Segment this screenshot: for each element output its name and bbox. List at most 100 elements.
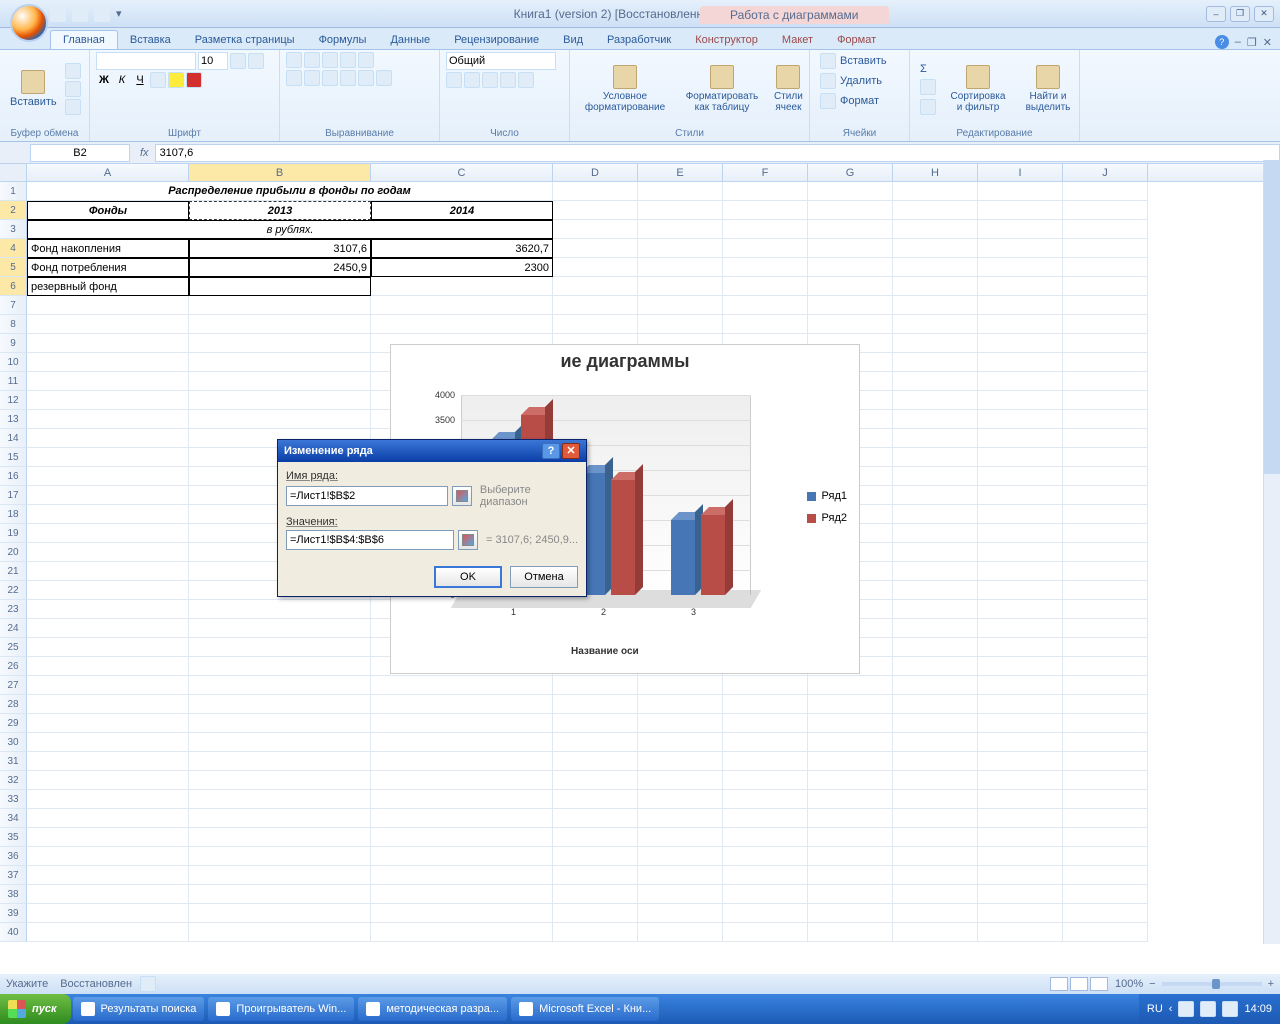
cell[interactable]: [189, 771, 371, 790]
cell[interactable]: [978, 391, 1063, 410]
align-right-icon[interactable]: [322, 70, 338, 86]
cell[interactable]: [553, 220, 638, 239]
cell[interactable]: [1063, 790, 1148, 809]
cell[interactable]: [27, 372, 189, 391]
delete-cells-button[interactable]: Удалить: [816, 72, 903, 90]
cell[interactable]: [27, 429, 189, 448]
series-values-input[interactable]: [286, 530, 454, 550]
cell[interactable]: [553, 714, 638, 733]
tab-formulas[interactable]: Формулы: [307, 31, 379, 49]
cell[interactable]: [893, 315, 978, 334]
cell[interactable]: [27, 828, 189, 847]
cell[interactable]: [808, 847, 893, 866]
cell[interactable]: [723, 809, 808, 828]
cell[interactable]: [553, 277, 638, 296]
cell[interactable]: [893, 866, 978, 885]
cell[interactable]: [371, 676, 553, 695]
cell[interactable]: [27, 657, 189, 676]
cell[interactable]: [371, 733, 553, 752]
taskbar-item[interactable]: Microsoft Excel - Кни...: [511, 997, 659, 1021]
row-header-23[interactable]: 23: [0, 600, 27, 619]
cell[interactable]: [808, 923, 893, 942]
cell[interactable]: [27, 752, 189, 771]
cell[interactable]: [808, 296, 893, 315]
cell[interactable]: [553, 201, 638, 220]
row-header-2[interactable]: 2: [0, 201, 27, 220]
cell[interactable]: [978, 429, 1063, 448]
cell[interactable]: [1063, 847, 1148, 866]
cell[interactable]: [723, 733, 808, 752]
tray-icon[interactable]: [1178, 1001, 1194, 1017]
cell[interactable]: [27, 790, 189, 809]
cell[interactable]: [893, 524, 978, 543]
cell[interactable]: [553, 695, 638, 714]
language-indicator[interactable]: RU: [1147, 1003, 1163, 1015]
cell[interactable]: [189, 923, 371, 942]
wrap-text-icon[interactable]: [358, 52, 374, 68]
cell[interactable]: [371, 790, 553, 809]
cell[interactable]: [27, 885, 189, 904]
row-header-16[interactable]: 16: [0, 467, 27, 486]
cell[interactable]: [1063, 182, 1148, 201]
cell[interactable]: [723, 847, 808, 866]
cell[interactable]: [808, 828, 893, 847]
range-selector-button[interactable]: [458, 530, 478, 550]
cell[interactable]: [808, 866, 893, 885]
cell[interactable]: [808, 258, 893, 277]
cell[interactable]: [638, 182, 723, 201]
cell[interactable]: [1063, 866, 1148, 885]
cell[interactable]: [371, 828, 553, 847]
currency-icon[interactable]: [446, 72, 462, 88]
taskbar-item[interactable]: методическая разра...: [358, 997, 507, 1021]
cell[interactable]: [1063, 296, 1148, 315]
cell[interactable]: [978, 638, 1063, 657]
col-header-j[interactable]: J: [1063, 164, 1148, 181]
tab-developer[interactable]: Разработчик: [595, 31, 683, 49]
row-header-33[interactable]: 33: [0, 790, 27, 809]
format-painter-icon[interactable]: [65, 99, 81, 115]
decrease-decimal-icon[interactable]: [518, 72, 534, 88]
cell[interactable]: [1063, 505, 1148, 524]
cell[interactable]: [638, 695, 723, 714]
bar-s2-3[interactable]: [701, 515, 725, 595]
macro-record-icon[interactable]: [140, 976, 156, 992]
format-cells-button[interactable]: Формат: [816, 92, 903, 110]
row-header-13[interactable]: 13: [0, 410, 27, 429]
cell[interactable]: [978, 752, 1063, 771]
tab-page-layout[interactable]: Разметка страницы: [183, 31, 307, 49]
row-header-36[interactable]: 36: [0, 847, 27, 866]
save-icon[interactable]: [50, 6, 66, 22]
row-header-26[interactable]: 26: [0, 657, 27, 676]
cell-a2[interactable]: Фонды: [27, 201, 189, 220]
row-header-35[interactable]: 35: [0, 828, 27, 847]
tab-chart-format[interactable]: Формат: [825, 31, 888, 49]
cell[interactable]: [553, 315, 638, 334]
row-header-30[interactable]: 30: [0, 733, 27, 752]
cell[interactable]: [553, 790, 638, 809]
taskbar-item[interactable]: Проигрыватель Win...: [208, 997, 354, 1021]
cell[interactable]: [808, 771, 893, 790]
increase-indent-icon[interactable]: [358, 70, 374, 86]
cell[interactable]: [808, 733, 893, 752]
cell[interactable]: [808, 220, 893, 239]
cell[interactable]: [189, 790, 371, 809]
ok-button[interactable]: OK: [434, 566, 502, 588]
cell[interactable]: [893, 904, 978, 923]
cell[interactable]: [553, 258, 638, 277]
cell[interactable]: [1063, 334, 1148, 353]
cell[interactable]: [189, 619, 371, 638]
cell[interactable]: [638, 828, 723, 847]
name-box[interactable]: [30, 144, 130, 162]
page-layout-view-button[interactable]: [1070, 977, 1088, 991]
autosum-button[interactable]: Σ: [916, 62, 940, 76]
zoom-slider[interactable]: [1162, 982, 1262, 986]
underline-button[interactable]: Ч: [132, 74, 148, 86]
cell[interactable]: [27, 467, 189, 486]
increase-decimal-icon[interactable]: [500, 72, 516, 88]
cell[interactable]: [1063, 714, 1148, 733]
cell[interactable]: [1063, 619, 1148, 638]
cell[interactable]: [189, 296, 371, 315]
cell[interactable]: [893, 410, 978, 429]
cell[interactable]: [638, 733, 723, 752]
cell[interactable]: [978, 695, 1063, 714]
